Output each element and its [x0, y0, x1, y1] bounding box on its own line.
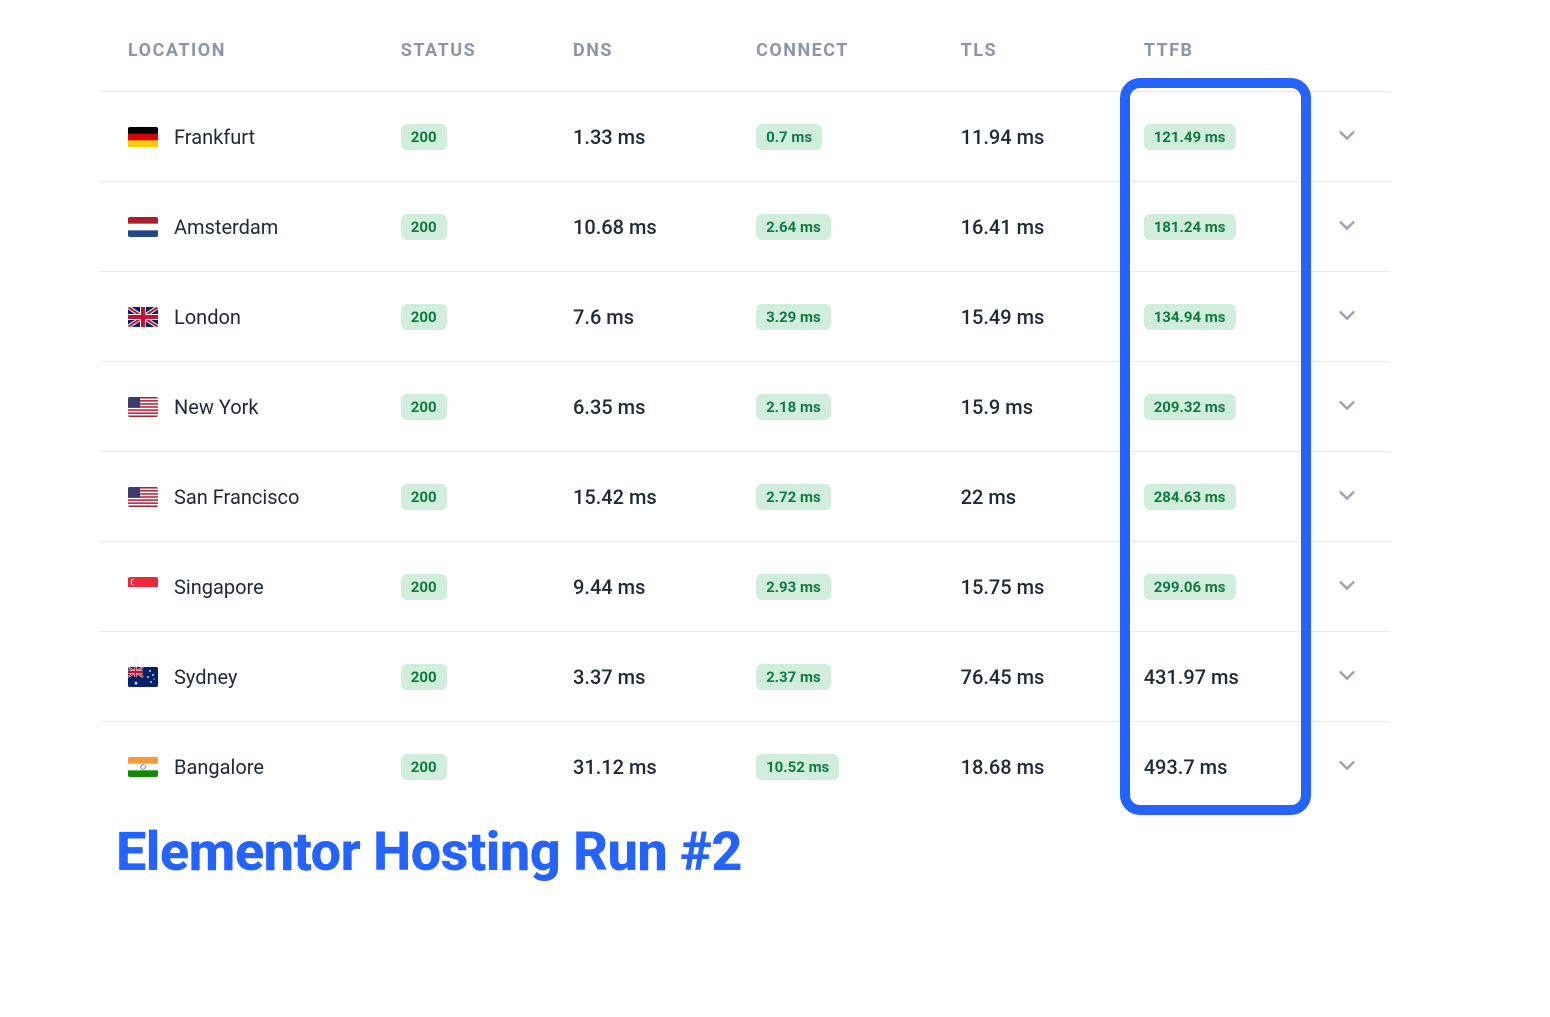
- expand-row-button[interactable]: [1332, 660, 1362, 693]
- chevron-down-icon: [1336, 394, 1358, 416]
- expand-row-button[interactable]: [1332, 480, 1362, 513]
- connect-badge: 10.52 ms: [756, 754, 839, 780]
- flag-icon: [128, 397, 158, 417]
- ttfb-badge: 284.63 ms: [1144, 484, 1236, 510]
- dns-value: 9.44 ms: [573, 575, 645, 599]
- location-name: New York: [174, 395, 259, 419]
- status-badge: 200: [401, 754, 447, 780]
- header-status: STATUS: [391, 20, 563, 92]
- connect-badge: 2.64 ms: [756, 214, 831, 240]
- header-location: LOCATION: [100, 20, 391, 92]
- flag-icon: [128, 757, 158, 777]
- dns-value: 7.6 ms: [573, 305, 634, 329]
- connect-badge: 2.18 ms: [756, 394, 831, 420]
- chevron-down-icon: [1336, 664, 1358, 686]
- location-name: London: [174, 305, 241, 329]
- status-badge: 200: [401, 214, 447, 240]
- location-name: San Francisco: [174, 485, 299, 509]
- tls-value: 16.41 ms: [961, 215, 1045, 239]
- ttfb-badge: 299.06 ms: [1144, 574, 1236, 600]
- dns-value: 10.68 ms: [573, 215, 657, 239]
- status-badge: 200: [401, 664, 447, 690]
- connect-badge: 2.93 ms: [756, 574, 831, 600]
- table-row[interactable]: New York 200 6.35 ms 2.18 ms 15.9 ms 209.32 m…: [100, 362, 1390, 452]
- dns-value: 15.42 ms: [573, 485, 657, 509]
- table-row[interactable]: Sydney 200 3.37 ms 2.37 ms 76.45 ms 431.97 ms: [100, 632, 1390, 722]
- chevron-down-icon: [1336, 214, 1358, 236]
- tls-value: 76.45 ms: [961, 665, 1045, 689]
- flag-icon: [128, 217, 158, 237]
- tls-value: 11.94 ms: [961, 125, 1045, 149]
- ttfb-badge: 121.49 ms: [1144, 124, 1236, 150]
- tls-value: 15.49 ms: [961, 305, 1045, 329]
- table-row[interactable]: Frankfurt 200 1.33 ms 0.7 ms 11.94 ms 121.49 …: [100, 92, 1390, 182]
- ttfb-badge: 181.24 ms: [1144, 214, 1236, 240]
- table-row[interactable]: London 200 7.6 ms 3.29 ms 15.49 ms 134.94 ms: [100, 272, 1390, 362]
- location-name: Frankfurt: [174, 125, 255, 149]
- status-badge: 200: [401, 394, 447, 420]
- flag-icon: [128, 307, 158, 327]
- header-expand: [1317, 20, 1390, 92]
- flag-icon: [128, 487, 158, 507]
- expand-row-button[interactable]: [1332, 210, 1362, 243]
- location-name: Bangalore: [174, 755, 264, 779]
- chevron-down-icon: [1336, 124, 1358, 146]
- table-row[interactable]: Bangalore 200 31.12 ms 10.52 ms 18.68 ms 493.…: [100, 722, 1390, 812]
- tls-value: 15.9 ms: [961, 395, 1033, 419]
- location-name: Singapore: [174, 575, 264, 599]
- dns-value: 6.35 ms: [573, 395, 645, 419]
- expand-row-button[interactable]: [1332, 300, 1362, 333]
- ttfb-value: 493.7 ms: [1144, 755, 1228, 779]
- connect-badge: 0.7 ms: [756, 124, 822, 150]
- flag-icon: [128, 577, 158, 597]
- expand-row-button[interactable]: [1332, 390, 1362, 423]
- table-header-row: LOCATION STATUS DNS CONNECT TLS TTFB: [100, 20, 1390, 92]
- dns-value: 31.12 ms: [573, 755, 657, 779]
- tls-value: 22 ms: [961, 485, 1016, 509]
- table-row[interactable]: Amsterdam 200 10.68 ms 2.64 ms 16.41 ms 181.2…: [100, 182, 1390, 272]
- status-badge: 200: [401, 304, 447, 330]
- ttfb-value: 431.97 ms: [1144, 665, 1239, 689]
- status-badge: 200: [401, 574, 447, 600]
- flag-icon: [128, 667, 158, 687]
- dns-value: 1.33 ms: [573, 125, 645, 149]
- header-dns: DNS: [563, 20, 746, 92]
- tls-value: 18.68 ms: [961, 755, 1045, 779]
- status-badge: 200: [401, 124, 447, 150]
- latency-table: LOCATION STATUS DNS CONNECT TLS TTFB Fra…: [100, 20, 1390, 811]
- tls-value: 15.75 ms: [961, 575, 1045, 599]
- connect-badge: 3.29 ms: [756, 304, 831, 330]
- ttfb-badge: 134.94 ms: [1144, 304, 1236, 330]
- ttfb-badge: 209.32 ms: [1144, 394, 1236, 420]
- connect-badge: 2.37 ms: [756, 664, 831, 690]
- header-ttfb: TTFB: [1134, 20, 1317, 92]
- location-name: Sydney: [174, 665, 237, 689]
- dns-value: 3.37 ms: [573, 665, 645, 689]
- chevron-down-icon: [1336, 574, 1358, 596]
- expand-row-button[interactable]: [1332, 750, 1362, 783]
- header-tls: TLS: [951, 20, 1134, 92]
- expand-row-button[interactable]: [1332, 120, 1362, 153]
- table-row[interactable]: San Francisco 200 15.42 ms 2.72 ms 22 ms 284.…: [100, 452, 1390, 542]
- flag-icon: [128, 127, 158, 147]
- connect-badge: 2.72 ms: [756, 484, 831, 510]
- caption: Elementor Hosting Run #2: [116, 821, 1550, 884]
- expand-row-button[interactable]: [1332, 570, 1362, 603]
- chevron-down-icon: [1336, 754, 1358, 776]
- chevron-down-icon: [1336, 484, 1358, 506]
- location-name: Amsterdam: [174, 215, 278, 239]
- chevron-down-icon: [1336, 304, 1358, 326]
- header-connect: CONNECT: [746, 20, 951, 92]
- status-badge: 200: [401, 484, 447, 510]
- table-row[interactable]: Singapore 200 9.44 ms 2.93 ms 15.75 ms 299.06…: [100, 542, 1390, 632]
